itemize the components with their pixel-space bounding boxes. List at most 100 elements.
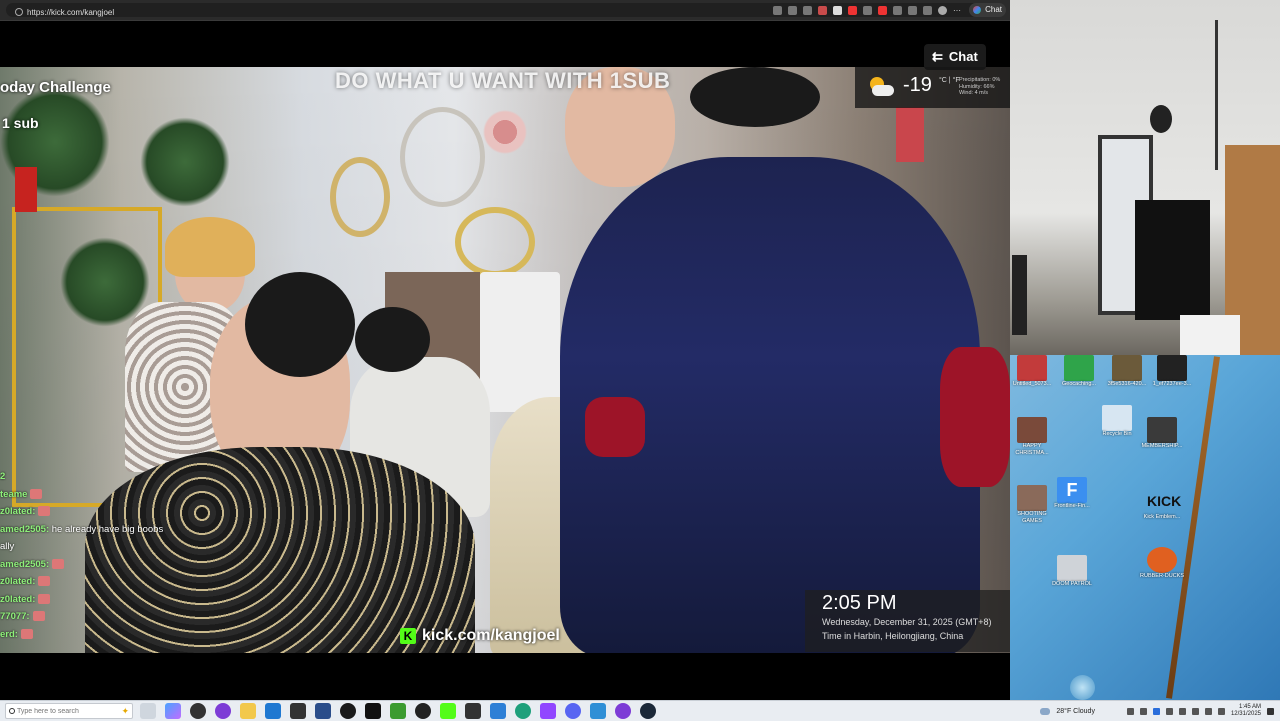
steam-client-icon[interactable] <box>640 703 656 719</box>
chat-username: 77077: <box>0 611 30 622</box>
extensions-puzzle-icon[interactable] <box>893 5 902 15</box>
zoom-icon[interactable] <box>773 5 782 15</box>
extension-icon[interactable] <box>818 5 827 15</box>
desktop-icon-label: Frontline-Fin... <box>1054 503 1090 509</box>
image-file-icon <box>1112 355 1142 381</box>
wallpaper-droplet <box>1070 675 1095 700</box>
chat-text: he already have big boobs <box>51 523 164 535</box>
stand <box>1012 255 1027 335</box>
chat-username: amed2505: <box>0 523 50 535</box>
taskbar-weather[interactable]: 28°F Cloudy <box>1056 708 1095 715</box>
weather-wind: Wind: 4 m/s <box>959 90 989 96</box>
extension-icon[interactable] <box>878 5 887 15</box>
weather-temperature: -19 <box>903 74 932 96</box>
edge-icon[interactable] <box>265 703 281 719</box>
desktop-icon[interactable]: 3f5e5316-420... <box>1105 355 1149 388</box>
image-file-icon <box>1017 417 1047 443</box>
chat-username: amed2505: <box>0 558 50 570</box>
downloads-icon[interactable] <box>908 5 917 15</box>
notification-icon[interactable] <box>1267 707 1274 715</box>
photos-icon[interactable] <box>590 703 606 719</box>
chevron-up-icon[interactable] <box>1126 707 1134 715</box>
volume-icon[interactable] <box>1191 707 1199 715</box>
chat-badge <box>30 488 43 499</box>
edge-dev-icon[interactable] <box>515 703 531 719</box>
copilot-chat-button[interactable]: Chat <box>969 3 1006 17</box>
display-icon[interactable] <box>1204 707 1212 715</box>
browser-window: https://kick.com/kangjoel ⋯ Chat DO WHAT… <box>0 0 1010 700</box>
vanity-mirror <box>480 272 560 412</box>
stream-video[interactable] <box>0 67 1010 653</box>
site-info-icon[interactable] <box>15 8 23 16</box>
desktop-icon[interactable]: DOOM PATROL <box>1050 555 1094 588</box>
extension-icon[interactable] <box>848 5 857 15</box>
obs-studio-icon[interactable] <box>615 703 631 719</box>
chrome-icon[interactable] <box>415 703 431 719</box>
favorites-icon[interactable] <box>923 5 932 15</box>
settings-icon[interactable] <box>315 703 331 719</box>
desktop-icon-label: Recycle Bin <box>1102 431 1132 437</box>
desktop-icon[interactable]: Geocaching... <box>1057 355 1101 388</box>
twitch-icon[interactable] <box>540 703 556 719</box>
desktop-icon[interactable]: SHOOTING GAMES <box>1010 485 1054 525</box>
chat-message: 2 <box>0 468 90 486</box>
taskbar-search[interactable]: ✦ <box>5 703 133 719</box>
copilot-icon[interactable] <box>165 703 181 719</box>
cortana-icon[interactable] <box>190 703 206 719</box>
chat-message: amed2505: he already have big boobs <box>0 521 163 539</box>
cloud-icon <box>872 85 894 96</box>
kick-emblem-icon: KICK <box>1147 493 1182 509</box>
rubber-duck-icon <box>1147 547 1177 573</box>
usb-icon[interactable] <box>1139 707 1147 715</box>
chat-message: z0lated: <box>0 503 90 521</box>
chat-message: z0lated: <box>0 573 90 591</box>
battery-icon[interactable] <box>1217 707 1225 715</box>
windows-desktop: Untitled_5073... Geocaching... 3f5e5316-… <box>1010 355 1280 700</box>
bookmark-star-icon[interactable] <box>803 5 812 15</box>
extension-icon[interactable] <box>833 5 842 15</box>
desktop-icon-label: HAPPY CHRISTMA... <box>1015 443 1049 456</box>
desktop-icon[interactable]: HAPPY CHRISTMA... <box>1010 417 1054 457</box>
taskbar-search-input[interactable] <box>17 705 112 717</box>
more-menu-icon[interactable]: ⋯ <box>953 6 962 15</box>
desktop-icon[interactable]: F Frontline-Fin... <box>1050 477 1094 510</box>
url-text[interactable]: https://kick.com/kangjoel <box>27 6 114 20</box>
desktop-icon-label: MEMBERSHIP... <box>1141 443 1183 449</box>
bluetooth-icon[interactable] <box>1152 707 1160 715</box>
desktop-icon[interactable]: Untitled_5073... <box>1010 355 1054 388</box>
speaker-icon[interactable] <box>1165 707 1173 715</box>
image-file-icon <box>1147 417 1177 443</box>
discord-icon[interactable] <box>565 703 581 719</box>
doom-patrol-icon <box>1057 555 1087 581</box>
notepad-icon[interactable] <box>490 703 506 719</box>
kick-app-icon[interactable] <box>440 703 456 719</box>
obs-icon[interactable] <box>215 703 231 719</box>
chat-badge <box>38 506 51 517</box>
address-bar: https://kick.com/kangjoel ⋯ Chat <box>0 0 1010 21</box>
taskbar-clock[interactable]: 1:45 AM 12/31/2025 <box>1231 704 1261 718</box>
weather-precipitation: Precipitation: 0% <box>959 77 1001 83</box>
steam-icon[interactable] <box>340 703 356 719</box>
desktop-icon[interactable]: MEMBERSHIP... <box>1140 417 1184 450</box>
plant-decor <box>140 117 230 207</box>
desktop-icon[interactable]: RUBBER-DUCKS <box>1140 547 1184 580</box>
person-hair <box>245 272 355 377</box>
game-shortcut-icon <box>1017 485 1047 511</box>
webcam-feed <box>1010 0 1280 355</box>
calculator-icon[interactable] <box>465 703 481 719</box>
tracking-icon[interactable] <box>788 5 797 15</box>
black-cabinet <box>1135 200 1210 320</box>
store-icon[interactable] <box>290 703 306 719</box>
desktop-icon[interactable]: KICK Kick Emblem... <box>1140 488 1184 521</box>
terminal-icon[interactable] <box>365 703 381 719</box>
flag <box>15 167 37 212</box>
task-view-icon[interactable] <box>140 703 156 719</box>
desktop-icon[interactable]: 1_ef7237ee-3... <box>1150 355 1194 388</box>
desktop-icon[interactable]: Recycle Bin <box>1095 405 1139 438</box>
extension-icon[interactable] <box>863 5 872 15</box>
file-explorer-icon[interactable] <box>240 703 256 719</box>
profile-avatar[interactable] <box>938 5 947 15</box>
nvidia-icon[interactable] <box>390 703 406 719</box>
desktop-icon-label: 1_ef7237ee-3... <box>1152 381 1192 387</box>
network-icon[interactable] <box>1178 707 1186 715</box>
